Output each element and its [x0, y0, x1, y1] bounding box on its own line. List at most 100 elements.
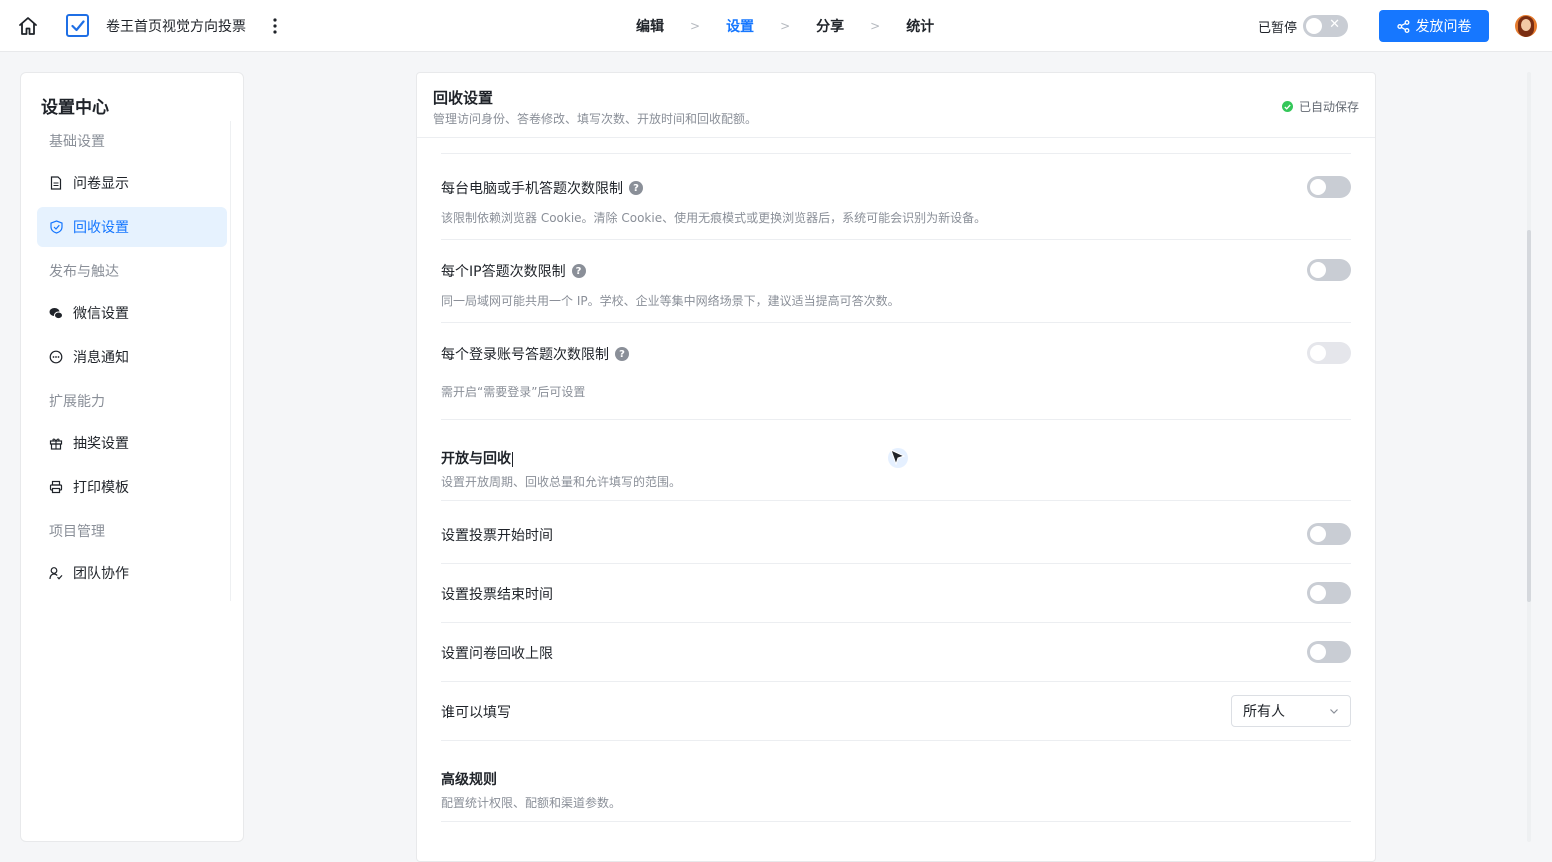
divider — [441, 500, 1351, 501]
sidebar-item-team[interactable]: 团队协作 — [37, 553, 227, 593]
survey-logo-icon — [66, 14, 89, 37]
toggle-knob — [1310, 262, 1326, 278]
toggle-knob — [1310, 526, 1326, 542]
start-time-setting: 设置投票开始时间 — [441, 525, 553, 545]
close-icon: ✕ — [1329, 17, 1340, 32]
divider — [441, 153, 1351, 154]
setting-label: 设置问卷回收上限 — [441, 646, 553, 662]
sidebar-group-publish: 发布与触达 — [49, 264, 119, 280]
ip-limit-toggle[interactable] — [1307, 259, 1351, 281]
divider — [441, 239, 1351, 240]
help-icon[interactable]: ? — [571, 264, 586, 278]
sidebar-item-label: 打印模板 — [73, 480, 129, 496]
toggle-knob — [1310, 179, 1326, 195]
sidebar-group-basic: 基础设置 — [49, 134, 105, 150]
step-stats[interactable]: 统计 — [898, 16, 942, 36]
text-caret — [512, 451, 513, 467]
setting-label: 每个登录账号答题次数限制 — [441, 347, 609, 363]
setting-description: 需开启“需要登录”后可设置 — [441, 385, 586, 399]
sidebar-item-label: 微信设置 — [73, 306, 129, 322]
account-limit-setting: 每个登录账号答题次数限制 ? — [441, 344, 629, 364]
sidebar-item-lottery[interactable]: 抽奖设置 — [37, 423, 227, 463]
panel-title: 回收设置 — [433, 89, 494, 107]
setting-label: 设置投票开始时间 — [441, 528, 553, 544]
sidebar-scrollbar[interactable] — [230, 121, 231, 601]
sidebar-item-wechat[interactable]: 微信设置 — [37, 293, 227, 333]
open-section-title: 开放与回收 — [441, 448, 513, 468]
sidebar-item-display[interactable]: 问卷显示 — [37, 163, 227, 203]
sidebar-item-label: 团队协作 — [73, 566, 129, 582]
setting-label: 每个IP答题次数限制 — [441, 264, 566, 280]
chevron-down-icon — [1330, 709, 1338, 714]
setting-description: 同一局域网可能共用一个 IP。学校、企业等集中网络场景下，建议适当提高可答次数。 — [441, 294, 900, 308]
divider — [441, 563, 1351, 564]
toggle-knob — [1310, 345, 1326, 361]
toggle-knob — [1306, 18, 1322, 34]
device-limit-setting: 每台电脑或手机答题次数限制 ? — [441, 178, 643, 198]
divider — [441, 740, 1351, 741]
setting-description: 该限制依赖浏览器 Cookie。清除 Cookie、使用无痕模式或更换浏览器后，… — [441, 211, 987, 225]
section-title-text: 开放与回收 — [441, 451, 511, 467]
avatar[interactable] — [1515, 15, 1537, 37]
device-limit-toggle[interactable] — [1307, 176, 1351, 198]
end-time-setting: 设置投票结束时间 — [441, 584, 553, 604]
advanced-section-title: 高级规则 — [441, 772, 497, 788]
check-circle-icon — [1281, 101, 1293, 112]
wechat-icon — [49, 306, 63, 320]
step-arrow-icon: > — [870, 19, 881, 33]
sidebar-item-notify[interactable]: 消息通知 — [37, 337, 227, 377]
divider — [441, 419, 1351, 420]
sidebar-title: 设置中心 — [41, 98, 109, 118]
pause-toggle[interactable]: ✕ — [1303, 15, 1348, 37]
autosave-label: 已自动保存 — [1298, 100, 1359, 114]
page-scrollbar-thumb[interactable] — [1527, 230, 1531, 602]
gift-icon — [49, 436, 63, 450]
sidebar-group-extend: 扩展能力 — [49, 394, 105, 410]
toggle-knob — [1310, 644, 1326, 660]
step-arrow-icon: > — [690, 19, 701, 33]
divider — [441, 322, 1351, 323]
start-time-toggle[interactable] — [1307, 523, 1351, 545]
divider — [441, 622, 1351, 623]
sidebar-item-label: 抽奖设置 — [73, 436, 129, 452]
document-icon — [49, 176, 63, 190]
sidebar-item-print[interactable]: 打印模板 — [37, 467, 227, 507]
settings-sidebar: 设置中心 基础设置 问卷显示 回收设置 发布与触达 微信设置 消息通知 扩展能力… — [20, 72, 244, 842]
home-icon[interactable] — [14, 12, 42, 40]
step-edit[interactable]: 编辑 — [628, 16, 672, 36]
sidebar-item-collection[interactable]: 回收设置 — [37, 207, 227, 247]
collection-cap-setting: 设置问卷回收上限 — [441, 643, 553, 663]
more-options-icon[interactable] — [266, 14, 284, 38]
step-nav: 编辑 > 设置 > 分享 > 统计 — [628, 0, 942, 52]
who-can-fill-setting: 谁可以填写 — [441, 702, 511, 722]
shield-check-icon — [49, 220, 63, 234]
mouse-cursor-icon — [888, 448, 908, 468]
advanced-section-desc: 配置统计权限、配额和渠道参数。 — [441, 796, 622, 810]
step-share[interactable]: 分享 — [808, 16, 852, 36]
setting-label: 设置投票结束时间 — [441, 587, 553, 603]
end-time-toggle[interactable] — [1307, 582, 1351, 604]
step-settings[interactable]: 设置 — [718, 16, 762, 36]
account-limit-toggle[interactable] — [1307, 342, 1351, 364]
panel-subtitle: 管理访问身份、答卷修改、填写次数、开放时间和回收配额。 — [433, 112, 758, 126]
team-icon — [49, 566, 63, 580]
printer-icon — [49, 480, 63, 494]
divider — [441, 681, 1351, 682]
sidebar-group-project: 项目管理 — [49, 524, 105, 540]
share-icon — [1396, 19, 1409, 33]
setting-label: 谁可以填写 — [441, 705, 511, 721]
step-arrow-icon: > — [780, 19, 791, 33]
select-value: 所有人 — [1243, 704, 1285, 720]
ip-limit-setting: 每个IP答题次数限制 ? — [441, 261, 586, 281]
top-bar: 卷王首页视觉方向投票 编辑 > 设置 > 分享 > 统计 已暂停 ✕ 发放问卷 — [0, 0, 1552, 52]
sidebar-item-label: 消息通知 — [73, 350, 129, 366]
collection-cap-toggle[interactable] — [1307, 641, 1351, 663]
help-icon[interactable]: ? — [615, 347, 629, 361]
panel-header: 回收设置 管理访问身份、答卷修改、填写次数、开放时间和回收配额。 已自动保存 — [417, 73, 1375, 138]
help-icon[interactable]: ? — [629, 181, 643, 195]
who-can-fill-select[interactable]: 所有人 — [1231, 695, 1351, 727]
sidebar-item-label: 回收设置 — [73, 220, 129, 236]
publish-button-label: 发放问卷 — [1415, 19, 1472, 35]
publish-button[interactable]: 发放问卷 — [1379, 10, 1489, 42]
autosave-status: 已自动保存 — [1281, 98, 1359, 115]
